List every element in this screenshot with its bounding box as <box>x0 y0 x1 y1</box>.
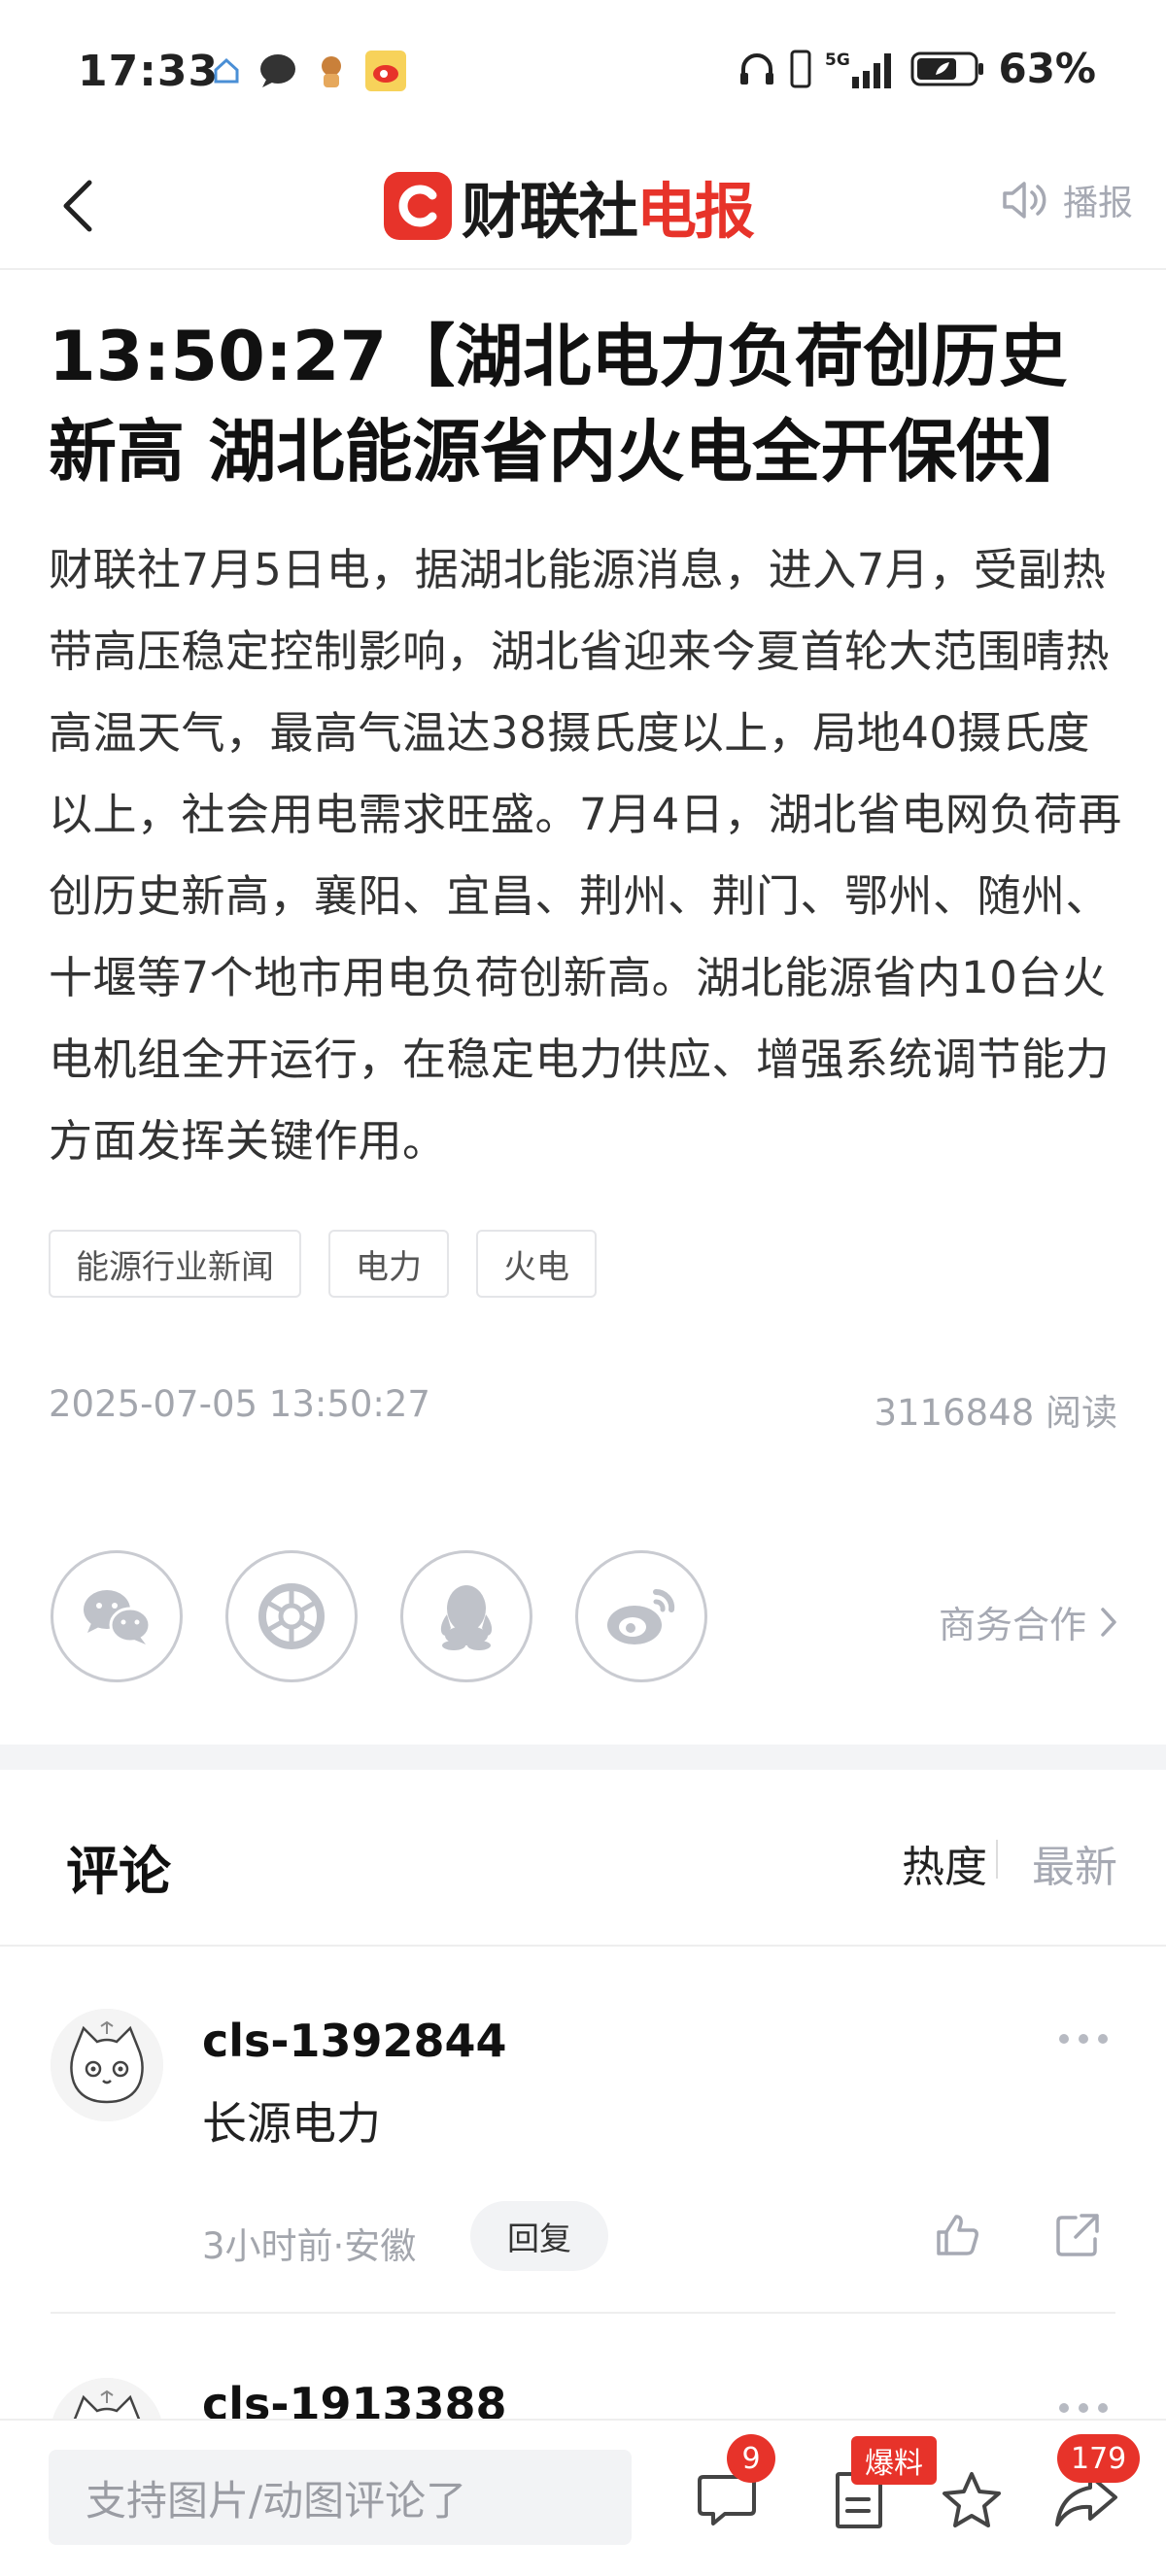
home-app-icon <box>214 57 239 84</box>
logo-c-icon <box>398 185 437 227</box>
section-divider <box>0 1745 1166 1770</box>
headphones-icon <box>740 52 774 85</box>
moments-icon <box>258 1583 325 1649</box>
signal-icon: 5G <box>825 51 892 88</box>
logo-suffix: 电报 <box>636 176 755 247</box>
favorite-button[interactable] <box>935 2463 1009 2537</box>
more-dots-icon[interactable] <box>1059 2034 1108 2044</box>
comment-username[interactable]: cls-1392844 <box>202 2015 507 2067</box>
article-body: 财联社7月5日电，据湖北能源消息，进入7月，受副热带高压稳定控制影响，湖北省迎来… <box>49 544 1122 1167</box>
avatar[interactable] <box>51 2378 163 2419</box>
share-icon <box>1056 2214 1099 2256</box>
app-logo: 财联社电报 <box>384 159 755 253</box>
logo-badge <box>384 172 452 240</box>
report-badge: 爆料 <box>851 2436 937 2485</box>
logo-prefix: 财联社 <box>462 176 638 247</box>
broadcast-button[interactable]: 播报 <box>1001 175 1133 225</box>
battery-icon <box>910 51 984 85</box>
like-button[interactable] <box>923 2201 991 2269</box>
cat-avatar-icon <box>51 2378 163 2419</box>
wechat-icon <box>84 1590 152 1644</box>
reply-button[interactable]: 回复 <box>470 2201 608 2271</box>
sort-divider <box>996 1840 998 1879</box>
speaker-icon <box>1003 182 1046 219</box>
share-row <box>51 1550 707 1682</box>
share-qq-button[interactable] <box>400 1550 532 1682</box>
share-moments-button[interactable] <box>225 1550 358 1682</box>
comment-meta: 3小时前·安徽 <box>202 2225 417 2267</box>
chat-bubble-icon <box>260 54 295 87</box>
comments-title: 评论 <box>66 1841 171 1902</box>
back-button[interactable] <box>39 167 117 245</box>
comment-count-badge: 9 <box>727 2434 775 2483</box>
tag-list: 能源行业新闻 电力 火电 <box>49 1230 597 1298</box>
broadcast-label: 播报 <box>1062 184 1133 223</box>
qq-icon <box>440 1585 493 1650</box>
status-bar: 17:33 5G 63% <box>0 0 1166 146</box>
tag-item[interactable]: 电力 <box>328 1230 449 1298</box>
more-dots-icon[interactable] <box>1059 2403 1108 2413</box>
publish-time: 2025-07-05 13:50:27 <box>49 1383 430 1425</box>
top-nav-bar: 财联社电报 播报 <box>0 146 1166 270</box>
comment-username[interactable]: cls-1913388 <box>202 2378 507 2419</box>
status-time: 17:33 <box>78 47 220 96</box>
share-count-badge: 179 <box>1057 2434 1141 2483</box>
share-comment-button[interactable] <box>1044 2201 1112 2269</box>
read-count: 3116848 阅读 <box>874 1392 1117 1434</box>
battery-percent: 63% <box>998 45 1096 92</box>
logo-text: 财联社电报 <box>462 162 755 250</box>
network-label: 5G <box>825 51 850 70</box>
article-title: 13:50:27【湖北电力负荷创历史新高 湖北能源省内火电全开保供】 <box>49 317 1093 491</box>
cat-avatar-icon <box>51 2009 163 2121</box>
back-arrow-icon <box>63 180 92 232</box>
sort-by-newest-tab[interactable]: 最新 <box>1032 1832 1117 1894</box>
business-cooperation-label: 商务合作 <box>938 1604 1086 1646</box>
thumbs-up-icon <box>937 2215 978 2255</box>
chevron-right-icon <box>1101 1607 1116 1637</box>
vibrate-icon <box>790 50 811 87</box>
comment-input[interactable]: 支持图片/动图评论了 <box>49 2450 632 2545</box>
share-weibo-button[interactable] <box>575 1550 707 1682</box>
weibo-app-icon <box>365 51 406 91</box>
avatar[interactable] <box>51 2009 163 2121</box>
comment-item: cls-1392844 长源电力 3小时前·安徽 回复 <box>0 1947 1166 2314</box>
notification-icons <box>212 51 406 91</box>
star-icon <box>943 2472 1001 2527</box>
weibo-icon <box>607 1588 675 1644</box>
tag-item[interactable]: 火电 <box>476 1230 597 1298</box>
sort-by-hot-tab[interactable]: 热度 <box>902 1832 987 1894</box>
mascot-app-icon <box>322 56 341 87</box>
bottom-bar: 支持图片/动图评论了 9 爆料 179 <box>0 2419 1166 2576</box>
tag-item[interactable]: 能源行业新闻 <box>49 1230 301 1298</box>
status-right: 5G 63% <box>737 45 1096 92</box>
comments-header: 评论 热度 最新 <box>0 1770 1166 1947</box>
share-wechat-button[interactable] <box>51 1550 183 1682</box>
comment-item: cls-1913388 <box>0 2314 1166 2419</box>
comment-text: 长源电力 <box>202 2097 381 2150</box>
business-cooperation-link[interactable]: 商务合作 <box>939 1595 1117 1648</box>
